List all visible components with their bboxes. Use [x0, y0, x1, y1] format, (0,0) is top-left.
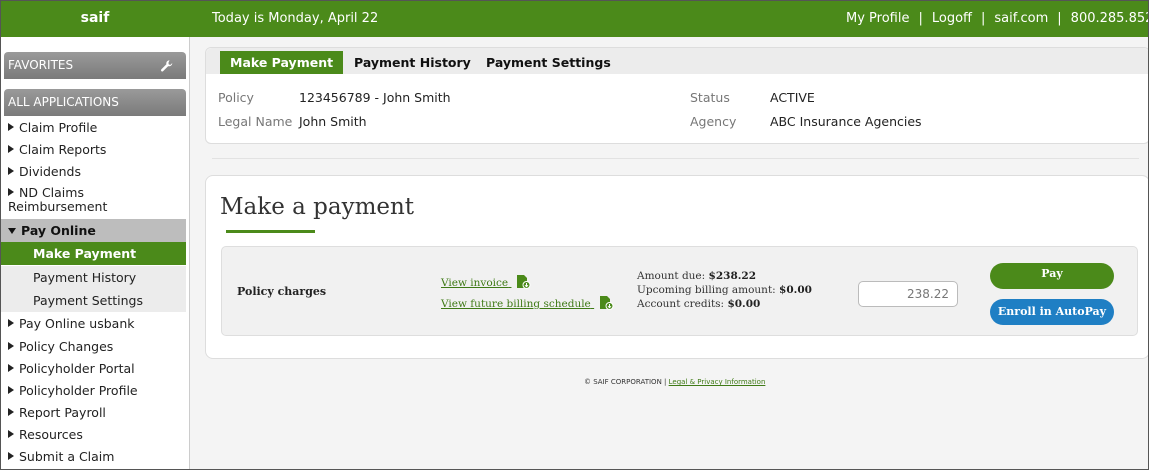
footer: © SAIF CORPORATION | Legal & Privacy Inf…	[584, 378, 765, 386]
caret-right-icon	[8, 452, 14, 460]
upcoming-billing-amount: Upcoming billing amount: $0.00	[637, 284, 812, 296]
link-separator: |	[918, 11, 923, 26]
top-bar: saif Today is Monday, April 22 My Profil…	[0, 0, 1149, 37]
policy-summary-card: Make Payment Payment History Payment Set…	[205, 47, 1149, 144]
current-date: Today is Monday, April 22	[212, 11, 379, 26]
sidebar-item-dividends[interactable]: Dividends	[0, 164, 186, 179]
view-billing-schedule-link[interactable]: View future billing schedule	[441, 295, 614, 310]
divider	[212, 158, 1139, 159]
sidebar-item-claim-reports[interactable]: Claim Reports	[0, 142, 186, 157]
caret-right-icon	[8, 408, 14, 416]
sidebar-group-pay-online[interactable]: Pay Online	[0, 219, 186, 242]
tab-payment-history[interactable]: Payment History	[344, 51, 481, 74]
link-separator: |	[1057, 11, 1062, 26]
account-credits: Account credits: $0.00	[637, 298, 761, 310]
legal-privacy-link[interactable]: Legal & Privacy Information	[669, 378, 766, 386]
wrench-icon[interactable]	[160, 59, 174, 73]
document-download-icon	[600, 296, 614, 310]
agency-label: Agency	[690, 114, 737, 129]
my-profile-link[interactable]: My Profile	[846, 11, 909, 26]
caret-right-icon	[8, 123, 14, 131]
all-applications-header: ALL APPLICATIONS	[4, 89, 186, 116]
caret-right-icon	[8, 319, 14, 327]
policy-label: Policy	[218, 90, 254, 105]
page-title: Make a payment	[220, 194, 415, 220]
title-underline	[226, 230, 315, 233]
status-label: Status	[690, 90, 730, 105]
link-separator: |	[981, 11, 986, 26]
caret-right-icon	[8, 342, 14, 350]
legal-name-label: Legal Name	[218, 114, 293, 129]
view-invoice-link[interactable]: View invoice	[441, 274, 531, 289]
favorites-header[interactable]: FAVORITES	[4, 52, 186, 79]
caret-down-icon	[8, 228, 16, 234]
caret-right-icon	[8, 188, 14, 196]
saif-logo[interactable]: saif	[0, 0, 190, 37]
status-value: ACTIVE	[770, 90, 815, 105]
policy-charges-label: Policy charges	[237, 285, 327, 298]
enroll-autopay-button[interactable]: Enroll in AutoPay	[990, 299, 1114, 325]
sidebar-item-nd-claims[interactable]: ND Claims Reimbursement	[0, 186, 186, 214]
payment-amount-input[interactable]	[858, 281, 958, 307]
sidebar-item-payment-settings[interactable]: Payment Settings	[0, 289, 186, 312]
sidebar-item-policyholder-profile[interactable]: Policyholder Profile	[0, 383, 186, 398]
sidebar-item-make-payment[interactable]: Make Payment	[0, 242, 186, 265]
top-links: My Profile | Logoff | saif.com | 800.285.8525	[846, 0, 1149, 37]
caret-right-icon	[8, 386, 14, 394]
amount-due: Amount due: $238.22	[637, 270, 757, 282]
caret-right-icon	[8, 145, 14, 153]
caret-right-icon	[8, 167, 14, 175]
tab-payment-settings[interactable]: Payment Settings	[476, 51, 621, 74]
caret-right-icon	[8, 430, 14, 438]
sidebar-item-policyholder-portal[interactable]: Policyholder Portal	[0, 361, 186, 376]
sidebar-item-report-payroll[interactable]: Report Payroll	[0, 405, 186, 420]
policy-charges-panel: Policy charges View invoice View future …	[221, 246, 1138, 336]
policy-value: 123456789 - John Smith	[299, 90, 451, 105]
legal-name-value: John Smith	[299, 114, 367, 129]
logoff-link[interactable]: Logoff	[932, 11, 972, 26]
agency-value: ABC Insurance Agencies	[770, 114, 922, 129]
caret-right-icon	[8, 364, 14, 372]
sidebar-item-claim-profile[interactable]: Claim Profile	[0, 120, 186, 135]
all-applications-label: ALL APPLICATIONS	[8, 95, 119, 109]
phone-number: 800.285.8525	[1070, 11, 1149, 26]
saif-com-link[interactable]: saif.com	[994, 11, 1048, 26]
tab-bar: Make Payment Payment History Payment Set…	[206, 48, 1149, 74]
sidebar-item-resources[interactable]: Resources	[0, 427, 186, 442]
sidebar-item-pay-online-usbank[interactable]: Pay Online usbank	[0, 316, 186, 331]
copyright-text: © SAIF CORPORATION |	[584, 378, 669, 386]
sidebar-item-submit-a-claim[interactable]: Submit a Claim	[0, 449, 186, 464]
document-download-icon	[517, 275, 531, 289]
sidebar-item-policy-changes[interactable]: Policy Changes	[0, 339, 186, 354]
sidebar-item-payment-history[interactable]: Payment History	[0, 266, 186, 289]
favorites-label: FAVORITES	[8, 58, 74, 72]
tab-make-payment[interactable]: Make Payment	[220, 51, 344, 74]
make-payment-card: Make a payment Policy charges View invoi…	[205, 175, 1149, 359]
pay-button[interactable]: Pay	[990, 263, 1114, 289]
sidebar: FAVORITES ALL APPLICATIONS Claim Profile…	[0, 37, 190, 470]
